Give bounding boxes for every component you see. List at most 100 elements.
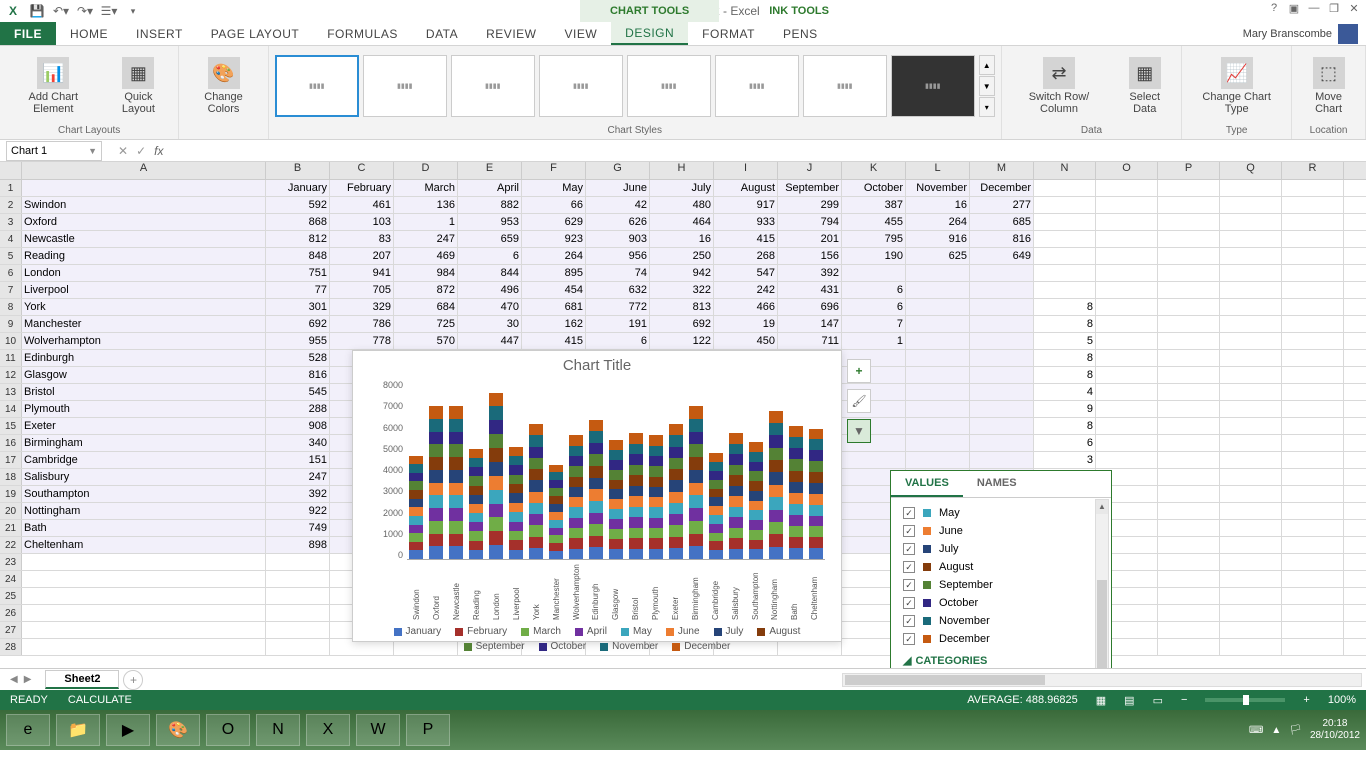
column-header-J[interactable]: J xyxy=(778,162,842,179)
undo-icon[interactable]: ↶▾ xyxy=(52,2,70,20)
chart-style-gallery-nav[interactable]: ▲ xyxy=(979,55,995,75)
cell[interactable] xyxy=(1034,180,1096,196)
cell[interactable] xyxy=(1096,197,1158,213)
cell[interactable] xyxy=(906,384,970,400)
cell[interactable] xyxy=(1158,486,1220,502)
column-header-B[interactable]: B xyxy=(266,162,330,179)
cell[interactable] xyxy=(22,622,266,638)
cell[interactable] xyxy=(1282,605,1344,621)
cell[interactable]: 103 xyxy=(330,214,394,230)
cell[interactable] xyxy=(1158,639,1220,655)
row-header[interactable]: 1 xyxy=(0,180,22,196)
cell[interactable] xyxy=(1096,265,1158,281)
switch-row-column-button[interactable]: ⇄Switch Row/ Column xyxy=(1008,55,1111,117)
view-page-break-icon[interactable]: ▭ xyxy=(1153,694,1163,707)
cell[interactable]: 264 xyxy=(906,214,970,230)
tab-data[interactable]: DATA xyxy=(412,22,472,45)
change-colors-button[interactable]: 🎨Change Colors xyxy=(185,55,261,117)
cell[interactable]: 151 xyxy=(266,452,330,468)
cell[interactable]: 570 xyxy=(394,333,458,349)
row-header[interactable]: 19 xyxy=(0,486,22,502)
cell[interactable]: 247 xyxy=(266,469,330,485)
taskbar-outlook[interactable]: O xyxy=(206,714,250,746)
cell[interactable]: 592 xyxy=(266,197,330,213)
cell[interactable] xyxy=(842,452,906,468)
cell[interactable]: 8 xyxy=(1034,418,1096,434)
column-header-A[interactable]: A xyxy=(22,162,266,179)
cell[interactable] xyxy=(1096,435,1158,451)
chart-bar[interactable] xyxy=(429,406,443,559)
sheet-tab-sheet2[interactable]: Sheet2 xyxy=(45,670,119,689)
cell[interactable]: 922 xyxy=(266,503,330,519)
cell[interactable] xyxy=(1096,452,1158,468)
cell[interactable]: 66 xyxy=(522,197,586,213)
name-box[interactable]: Chart 1▼ xyxy=(6,141,102,161)
cell[interactable]: Newcastle xyxy=(22,231,266,247)
cell[interactable] xyxy=(1096,333,1158,349)
row-header[interactable]: 11 xyxy=(0,350,22,366)
cell[interactable] xyxy=(906,367,970,383)
taskbar-powerpoint[interactable]: P xyxy=(406,714,450,746)
chart-bar[interactable] xyxy=(769,411,783,560)
cell[interactable] xyxy=(1282,197,1344,213)
cell[interactable]: 751 xyxy=(266,265,330,281)
cell[interactable]: 147 xyxy=(778,316,842,332)
tab-page-layout[interactable]: PAGE LAYOUT xyxy=(197,22,313,45)
legend-item[interactable]: February xyxy=(455,626,507,637)
cell[interactable] xyxy=(22,571,266,587)
cell[interactable] xyxy=(1220,588,1282,604)
tab-home[interactable]: HOME xyxy=(56,22,122,45)
cell[interactable]: 547 xyxy=(714,265,778,281)
cell[interactable] xyxy=(266,554,330,570)
select-data-button[interactable]: ▦Select Data xyxy=(1114,55,1175,117)
filter-tab-values[interactable]: VALUES xyxy=(891,471,963,497)
sheet-nav-prev-icon[interactable]: ◀ xyxy=(10,674,18,685)
close-icon[interactable]: ✕ xyxy=(1346,2,1362,18)
cell[interactable]: 632 xyxy=(586,282,650,298)
cell[interactable]: 528 xyxy=(266,350,330,366)
cell[interactable]: April xyxy=(458,180,522,196)
enter-formula-icon[interactable]: ✓ xyxy=(136,144,146,158)
chart-filters-button[interactable]: ▼ xyxy=(847,419,871,443)
cell[interactable]: Manchester xyxy=(22,316,266,332)
cell[interactable] xyxy=(906,299,970,315)
cell[interactable]: March xyxy=(394,180,458,196)
row-header[interactable]: 25 xyxy=(0,588,22,604)
cell[interactable]: 685 xyxy=(970,214,1034,230)
cell[interactable] xyxy=(1282,248,1344,264)
taskbar-media[interactable]: ▶ xyxy=(106,714,150,746)
chart-style-1[interactable]: ▮▮▮▮ xyxy=(275,55,359,117)
cell[interactable]: Glasgow xyxy=(22,367,266,383)
column-header-K[interactable]: K xyxy=(842,162,906,179)
chart-title[interactable]: Chart Title xyxy=(353,351,841,380)
embedded-chart[interactable]: Chart Title 0100020003000400050006000700… xyxy=(352,350,842,642)
legend-item[interactable]: November xyxy=(600,641,658,652)
cell[interactable] xyxy=(1158,384,1220,400)
cell[interactable]: 1 xyxy=(842,333,906,349)
cell[interactable] xyxy=(1282,486,1344,502)
cell[interactable]: 6 xyxy=(842,282,906,298)
cell[interactable] xyxy=(1158,537,1220,553)
cell[interactable] xyxy=(906,350,970,366)
chart-style-gallery-nav[interactable]: ▼ xyxy=(979,76,995,96)
cell[interactable] xyxy=(1096,384,1158,400)
save-icon[interactable]: 💾 xyxy=(28,2,46,20)
cell[interactable] xyxy=(1282,299,1344,315)
cell[interactable]: 201 xyxy=(778,231,842,247)
cell[interactable] xyxy=(1096,214,1158,230)
cell[interactable]: 470 xyxy=(458,299,522,315)
cell[interactable] xyxy=(1220,605,1282,621)
cell[interactable] xyxy=(266,622,330,638)
cell[interactable]: 464 xyxy=(650,214,714,230)
cell[interactable]: 496 xyxy=(458,282,522,298)
redo-icon[interactable]: ↷▾ xyxy=(76,2,94,20)
cell[interactable]: 207 xyxy=(330,248,394,264)
cell[interactable]: Edinburgh xyxy=(22,350,266,366)
cell[interactable]: 868 xyxy=(266,214,330,230)
cell[interactable] xyxy=(1282,452,1344,468)
row-header[interactable]: 5 xyxy=(0,248,22,264)
cell[interactable]: September xyxy=(778,180,842,196)
legend-item[interactable]: April xyxy=(575,626,607,637)
cell[interactable] xyxy=(1158,605,1220,621)
cell[interactable]: Reading xyxy=(22,248,266,264)
